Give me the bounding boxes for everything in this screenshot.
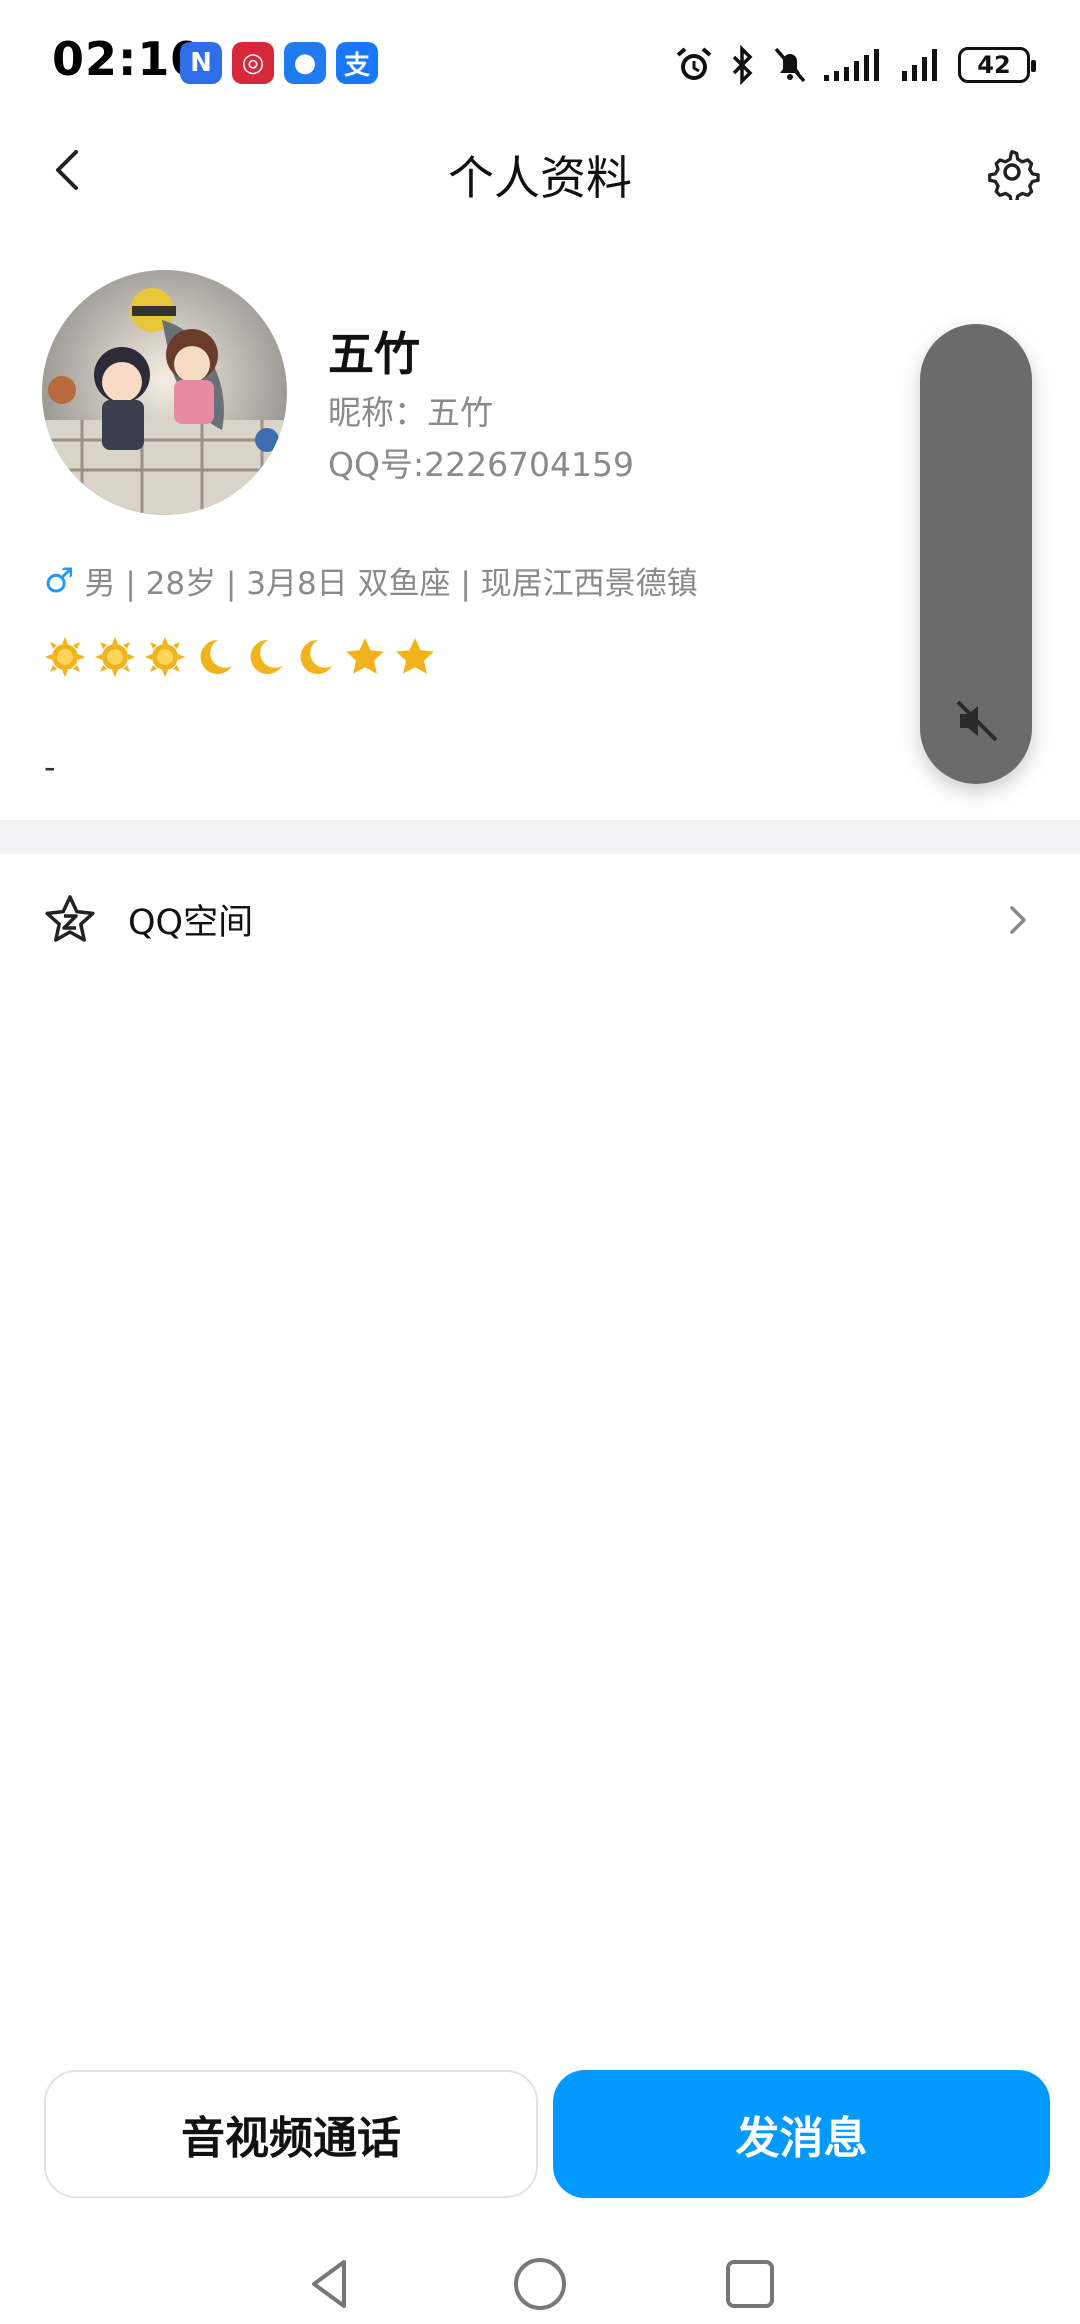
settings-button[interactable] (984, 144, 1040, 204)
status-bar: 02:10 N ◎ ● 支 42 (0, 0, 1080, 120)
avatar-image (42, 270, 287, 515)
nickname-row: 昵称：五竹 (328, 386, 493, 434)
avatar[interactable] (42, 270, 287, 515)
nav-recents-button[interactable] (720, 2254, 780, 2314)
sun-icon (45, 637, 85, 677)
section-divider (0, 820, 1080, 854)
gear-icon (988, 149, 1040, 204)
profile-info-text: 男 | 28岁 | 3月8日 双鱼座 | 现居江西景德镇 (84, 566, 698, 602)
mute-bell-icon (772, 45, 808, 85)
signal-2-icon (900, 45, 944, 85)
sun-icon (95, 637, 135, 677)
nickname-label: 昵称： (328, 393, 427, 432)
qzone-label: QQ空间 (128, 903, 254, 943)
battery-level: 42 (977, 51, 1011, 79)
nav-back-button[interactable] (300, 2254, 360, 2314)
moon-icon (300, 639, 332, 674)
nfc-icon: N (180, 42, 222, 84)
system-icons: 42 (674, 40, 1036, 90)
battery-icon: 42 (958, 47, 1036, 83)
qq-label: QQ号: (328, 445, 425, 484)
moon-icon (200, 639, 232, 674)
nickname-value: 五竹 (427, 393, 493, 432)
send-message-button[interactable]: 发消息 (553, 2070, 1050, 2198)
profile-info-line: ♂ 男 | 28岁 | 3月8日 双鱼座 | 现居江西景德镇 (44, 558, 698, 603)
star-icon (346, 638, 384, 674)
circle-home-icon (514, 2258, 566, 2310)
chevron-right-icon (1010, 906, 1026, 934)
volume-panel[interactable] (920, 324, 1032, 784)
qzone-star-icon (45, 895, 95, 942)
bluetooth-icon (728, 45, 758, 85)
bank-icon: ◎ (232, 42, 274, 84)
profile-name: 五竹 (328, 327, 420, 381)
male-icon: ♂ (44, 560, 75, 601)
qq-number-row[interactable]: QQ号:2226704159 (328, 438, 634, 486)
moon-icon (250, 639, 282, 674)
system-nav-bar (0, 2240, 1080, 2324)
notification-icons: N ◎ ● 支 (180, 42, 378, 84)
triangle-back-icon (312, 2260, 346, 2308)
star-icon (396, 638, 434, 674)
speaker-muted-icon (956, 700, 998, 742)
alipay-icon: 支 (336, 42, 378, 84)
voice-video-call-button[interactable]: 音视频通话 (44, 2070, 538, 2198)
page-title: 个人资料 (448, 151, 632, 205)
square-recents-icon (726, 2260, 774, 2308)
header: 个人资料 (0, 120, 1080, 220)
sun-icon (145, 637, 185, 677)
qzone-entry[interactable]: QQ空间 (0, 864, 1080, 974)
alarm-icon (674, 45, 714, 85)
signature-text: - (44, 748, 56, 786)
qq-level-icons[interactable] (44, 636, 436, 678)
qq-number: 2226704159 (424, 445, 635, 484)
signal-1-icon (822, 45, 886, 85)
message-icon: ● (284, 42, 326, 84)
nav-home-button[interactable] (510, 2254, 570, 2314)
